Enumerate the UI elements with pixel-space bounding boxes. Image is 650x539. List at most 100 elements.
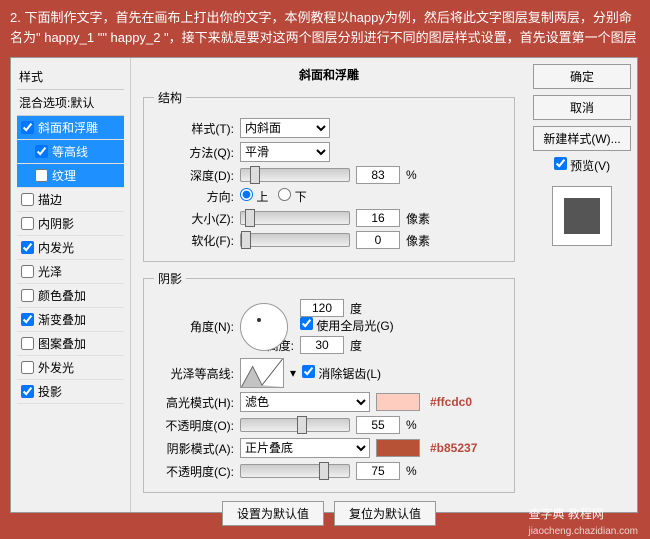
reset-default-button[interactable]: 复位为默认值: [334, 501, 436, 526]
styles-panel: 样式 混合选项:默认 斜面和浮雕等高线纹理描边内阴影内发光光泽颜色叠加渐变叠加图…: [11, 58, 131, 512]
new-style-button[interactable]: 新建样式(W)...: [533, 126, 631, 151]
style-item-等高线[interactable]: 等高线: [17, 140, 124, 164]
chevron-down-icon[interactable]: ▾: [290, 366, 296, 380]
style-item-label: 图案叠加: [38, 335, 86, 352]
styles-title: 样式: [17, 64, 124, 90]
highlight-opacity-slider[interactable]: [240, 418, 350, 432]
style-select[interactable]: 内斜面: [240, 118, 330, 138]
style-item-label: 内阴影: [38, 215, 74, 232]
panel-heading: 斜面和浮雕: [143, 66, 515, 83]
structure-group: 结构 样式(T): 内斜面 方法(Q): 平滑 深度(D): % 方向: 上 下: [143, 89, 515, 262]
degree-unit-2: 度: [350, 337, 362, 354]
style-item-纹理[interactable]: 纹理: [17, 164, 124, 188]
preview-checkbox[interactable]: 预览(V): [533, 157, 631, 174]
style-item-描边[interactable]: 描边: [17, 188, 124, 212]
style-checkbox[interactable]: [21, 193, 34, 206]
soften-label: 软化(F):: [154, 232, 234, 249]
style-item-label: 描边: [38, 191, 62, 208]
size-input[interactable]: [356, 209, 400, 227]
global-light-checkbox[interactable]: 使用全局光(G): [300, 319, 394, 333]
highlight-opacity-input[interactable]: [356, 416, 400, 434]
style-checkbox[interactable]: [21, 217, 34, 230]
gloss-contour-label: 光泽等高线:: [154, 365, 234, 382]
style-item-斜面和浮雕[interactable]: 斜面和浮雕: [17, 116, 124, 140]
style-label: 样式(T):: [154, 120, 234, 137]
degree-unit: 度: [350, 300, 362, 317]
ok-button[interactable]: 确定: [533, 64, 631, 89]
style-checkbox[interactable]: [35, 145, 48, 158]
highlight-mode-select[interactable]: 滤色: [240, 392, 370, 412]
shadow-color-hex: #b85237: [430, 441, 477, 455]
style-checkbox[interactable]: [21, 241, 34, 254]
shadow-opacity-slider[interactable]: [240, 464, 350, 478]
soften-input[interactable]: [356, 231, 400, 249]
depth-input[interactable]: [356, 166, 400, 184]
shading-group: 阴影 角度(N): 度 使用全局光(G) 高度: 度: [143, 270, 515, 493]
style-item-label: 颜色叠加: [38, 287, 86, 304]
highlight-opacity-label: 不透明度(O):: [154, 417, 234, 434]
shadow-mode-label: 阴影模式(A):: [154, 440, 234, 457]
shadow-mode-select[interactable]: 正片叠底: [240, 438, 370, 458]
blending-options[interactable]: 混合选项:默认: [17, 90, 124, 116]
style-item-label: 外发光: [38, 359, 74, 376]
size-slider[interactable]: [240, 211, 350, 225]
antialias-checkbox[interactable]: 消除锯齿(L): [302, 365, 381, 382]
style-item-渐变叠加[interactable]: 渐变叠加: [17, 308, 124, 332]
style-item-投影[interactable]: 投影: [17, 380, 124, 404]
px-unit-2: 像素: [406, 232, 430, 249]
highlight-color-hex: #ffcdc0: [430, 395, 472, 409]
style-item-图案叠加[interactable]: 图案叠加: [17, 332, 124, 356]
style-checkbox[interactable]: [21, 121, 34, 134]
make-default-button[interactable]: 设置为默认值: [222, 501, 324, 526]
style-item-label: 内发光: [38, 239, 74, 256]
shadow-opacity-label: 不透明度(C):: [154, 463, 234, 480]
preview-thumbnail: [552, 186, 612, 246]
gloss-contour-picker[interactable]: [240, 358, 284, 388]
bevel-emboss-panel: 斜面和浮雕 结构 样式(T): 内斜面 方法(Q): 平滑 深度(D): % 方…: [131, 58, 527, 512]
style-item-label: 光泽: [38, 263, 62, 280]
soften-slider[interactable]: [240, 233, 350, 247]
style-item-label: 等高线: [52, 143, 88, 160]
style-item-光泽[interactable]: 光泽: [17, 260, 124, 284]
structure-legend: 结构: [154, 89, 186, 106]
shadow-color-swatch[interactable]: [376, 439, 420, 457]
angle-control[interactable]: [240, 303, 288, 351]
direction-down[interactable]: 下: [278, 188, 306, 205]
px-unit: 像素: [406, 210, 430, 227]
style-checkbox[interactable]: [21, 289, 34, 302]
percent-unit-3: %: [406, 464, 430, 478]
method-label: 方法(Q):: [154, 144, 234, 161]
style-item-颜色叠加[interactable]: 颜色叠加: [17, 284, 124, 308]
style-item-label: 投影: [38, 383, 62, 400]
percent-unit-2: %: [406, 418, 430, 432]
method-select[interactable]: 平滑: [240, 142, 330, 162]
depth-slider[interactable]: [240, 168, 350, 182]
depth-label: 深度(D):: [154, 167, 234, 184]
style-checkbox[interactable]: [21, 361, 34, 374]
style-list: 斜面和浮雕等高线纹理描边内阴影内发光光泽颜色叠加渐变叠加图案叠加外发光投影: [17, 116, 124, 404]
direction-up[interactable]: 上: [240, 188, 268, 205]
style-item-内发光[interactable]: 内发光: [17, 236, 124, 260]
style-checkbox[interactable]: [21, 385, 34, 398]
percent-unit: %: [406, 168, 430, 182]
highlight-color-swatch[interactable]: [376, 393, 420, 411]
style-checkbox[interactable]: [35, 169, 48, 182]
style-item-label: 渐变叠加: [38, 311, 86, 328]
style-item-label: 纹理: [52, 167, 76, 184]
shadow-opacity-input[interactable]: [356, 462, 400, 480]
dialog-actions: 确定 取消 新建样式(W)... 预览(V): [527, 58, 637, 512]
watermark: 查字典 教程网jiaocheng.chazidian.com: [528, 505, 638, 537]
altitude-input[interactable]: [300, 336, 344, 354]
instruction-text: 2. 下面制作文字，首先在画布上打出你的文字，本例教程以happy为例，然后将此…: [0, 0, 650, 55]
layer-style-dialog: 样式 混合选项:默认 斜面和浮雕等高线纹理描边内阴影内发光光泽颜色叠加渐变叠加图…: [10, 57, 638, 513]
style-item-label: 斜面和浮雕: [38, 119, 98, 136]
style-item-外发光[interactable]: 外发光: [17, 356, 124, 380]
style-checkbox[interactable]: [21, 313, 34, 326]
angle-label: 角度(N):: [154, 318, 234, 335]
style-item-内阴影[interactable]: 内阴影: [17, 212, 124, 236]
style-checkbox[interactable]: [21, 265, 34, 278]
style-checkbox[interactable]: [21, 337, 34, 350]
angle-input[interactable]: [300, 299, 344, 317]
cancel-button[interactable]: 取消: [533, 95, 631, 120]
highlight-mode-label: 高光模式(H):: [154, 394, 234, 411]
